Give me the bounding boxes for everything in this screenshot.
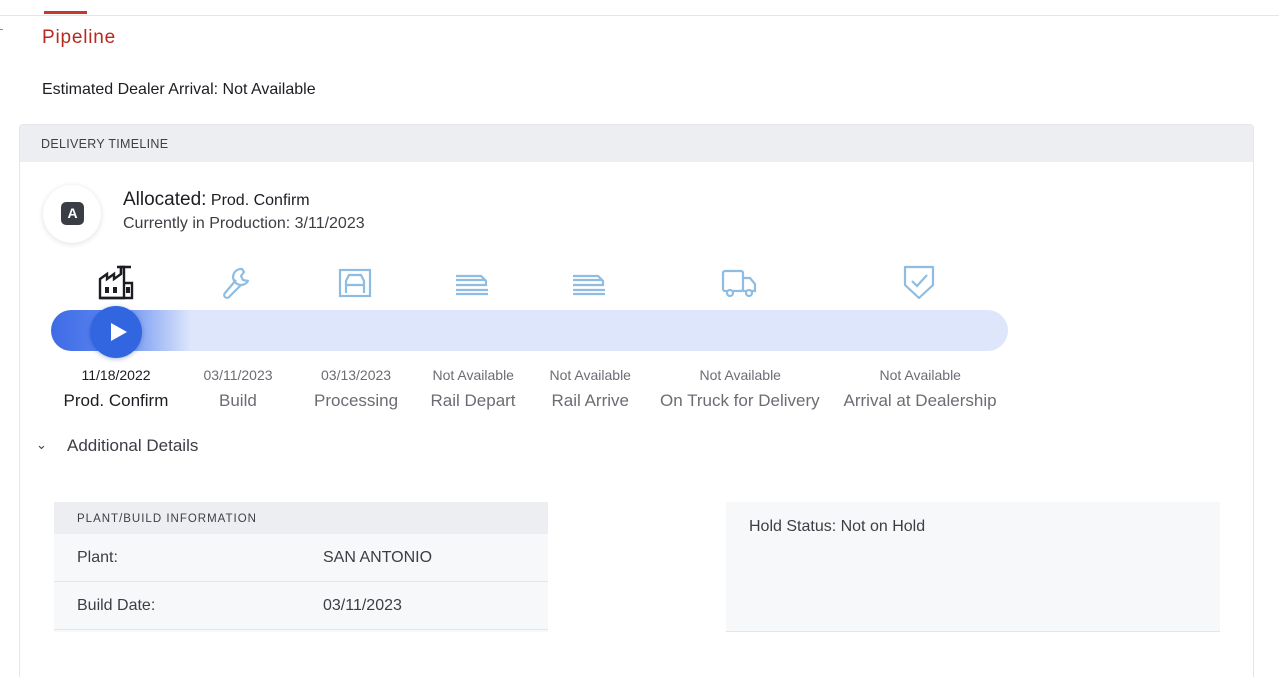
active-tab-indicator: [44, 11, 87, 14]
step-label-processing: Processing: [314, 391, 399, 410]
status-avatar: A: [43, 185, 101, 243]
chevron-down-icon: ⌄: [36, 437, 47, 452]
step-date: 11/18/2022: [81, 367, 151, 383]
step-label-prod-confirm: Prod. Confirm: [63, 391, 169, 410]
truck-icon: [719, 263, 759, 301]
step-date: Not Available: [432, 367, 514, 383]
plant-value: SAN ANTONIO: [323, 549, 433, 566]
table-row: Build Date: 03/11/2023: [54, 582, 548, 630]
factory-icon: [96, 263, 136, 301]
step-date: 03/13/2023: [321, 367, 392, 383]
step-label-rail-arrive: Rail Arrive: [551, 391, 629, 410]
hold-status-text: Hold Status: Not on Hold: [749, 518, 926, 535]
status-value: Prod. Confirm: [206, 192, 310, 209]
status-subtitle: Currently in Production: 3/11/2023: [123, 215, 365, 232]
wrench-icon: [217, 263, 257, 301]
step-date: Not Available: [699, 367, 781, 383]
step-label-build: Build: [219, 391, 257, 410]
shield-check-icon: [899, 263, 939, 301]
build-date-value: 03/11/2023: [323, 597, 402, 614]
build-date-key: Build Date:: [77, 597, 156, 614]
step-label-arrival-at-dealership: Arrival at Dealership: [843, 391, 997, 410]
additional-details-label: Additional Details: [67, 436, 199, 455]
step-label-rail-depart: Rail Depart: [430, 391, 516, 410]
step-date: Not Available: [879, 367, 961, 383]
status-badge: A: [61, 202, 84, 225]
status-key: Allocated:: [123, 189, 207, 210]
delivery-timeline-card: DELIVERY TIMELINE A Allocated: Prod. Con…: [19, 124, 1254, 677]
plant-build-info-table: PLANT/BUILD INFORMATION Plant: SAN ANTON…: [54, 502, 548, 632]
play-icon: [111, 323, 127, 341]
table-row: Plant: SAN ANTONIO: [54, 534, 548, 582]
step-date: Not Available: [549, 367, 631, 383]
timeline-progress-track: [51, 310, 1008, 351]
status-title: Allocated: Prod. Confirm: [123, 189, 310, 211]
page-title: Pipeline: [42, 27, 117, 48]
plant-build-info-header: PLANT/BUILD INFORMATION: [54, 502, 548, 534]
rail-car-icon: [452, 263, 492, 301]
current-step-marker-button[interactable]: [90, 306, 142, 358]
hold-status-panel: Hold Status: Not on Hold: [726, 502, 1220, 632]
step-date: 03/11/2023: [203, 367, 273, 383]
step-label-on-truck: On Truck for Delivery: [660, 391, 820, 410]
plant-key: Plant:: [77, 549, 118, 566]
processing-icon: [335, 263, 375, 301]
rail-car-icon: [569, 263, 609, 301]
top-divider: [0, 15, 1279, 16]
delivery-timeline-header: DELIVERY TIMELINE: [20, 125, 1253, 162]
edge-mark: [0, 29, 3, 30]
estimated-dealer-arrival: Estimated Dealer Arrival: Not Available: [42, 81, 316, 98]
additional-details-toggle[interactable]: ⌄ Additional Details: [34, 436, 224, 458]
